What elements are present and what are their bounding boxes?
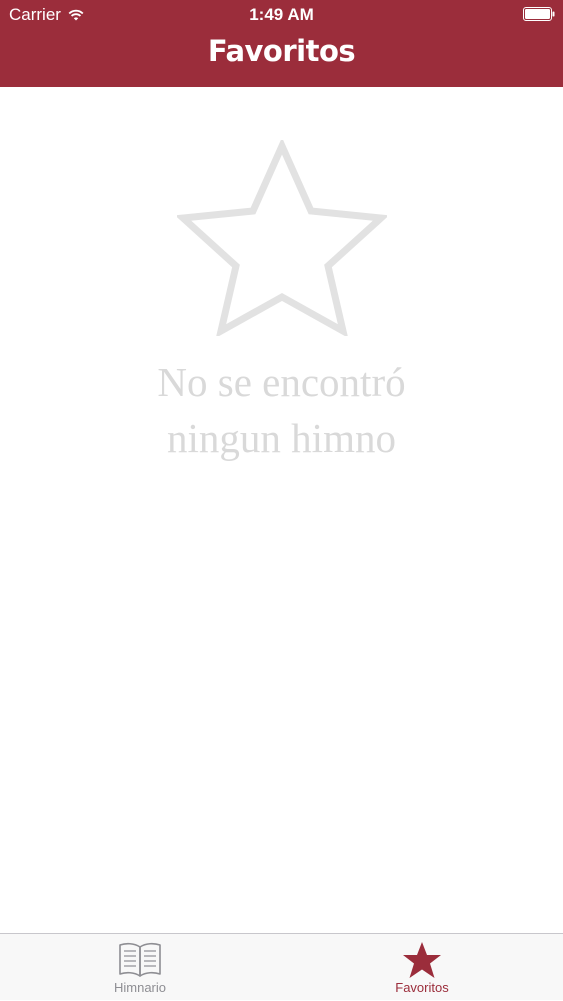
page-title: Favoritos — [207, 34, 356, 68]
tab-favoritos[interactable]: Favoritos — [362, 934, 482, 1001]
star-outline-icon — [176, 140, 387, 336]
tab-himnario-label: Himnario — [113, 980, 166, 995]
tab-himnario[interactable]: Himnario — [80, 934, 200, 1001]
status-bar: Carrier 1:49 AM — [0, 0, 563, 28]
empty-state: No se encontró ningun himno — [0, 140, 563, 466]
star-icon — [403, 942, 441, 978]
empty-message: No se encontró ningun himno — [0, 354, 563, 466]
navigation-header: Carrier 1:49 AM Favoritos — [0, 0, 563, 87]
status-time: 1:49 AM — [249, 5, 314, 24]
empty-message-line-2: ningun himno — [167, 415, 396, 461]
tab-bar: Himnario Favoritos — [0, 933, 563, 1000]
empty-message-line-1: No se encontró — [157, 359, 406, 405]
book-icon — [119, 942, 161, 977]
battery-icon — [523, 7, 555, 21]
tab-favoritos-label: Favoritos — [395, 980, 449, 995]
